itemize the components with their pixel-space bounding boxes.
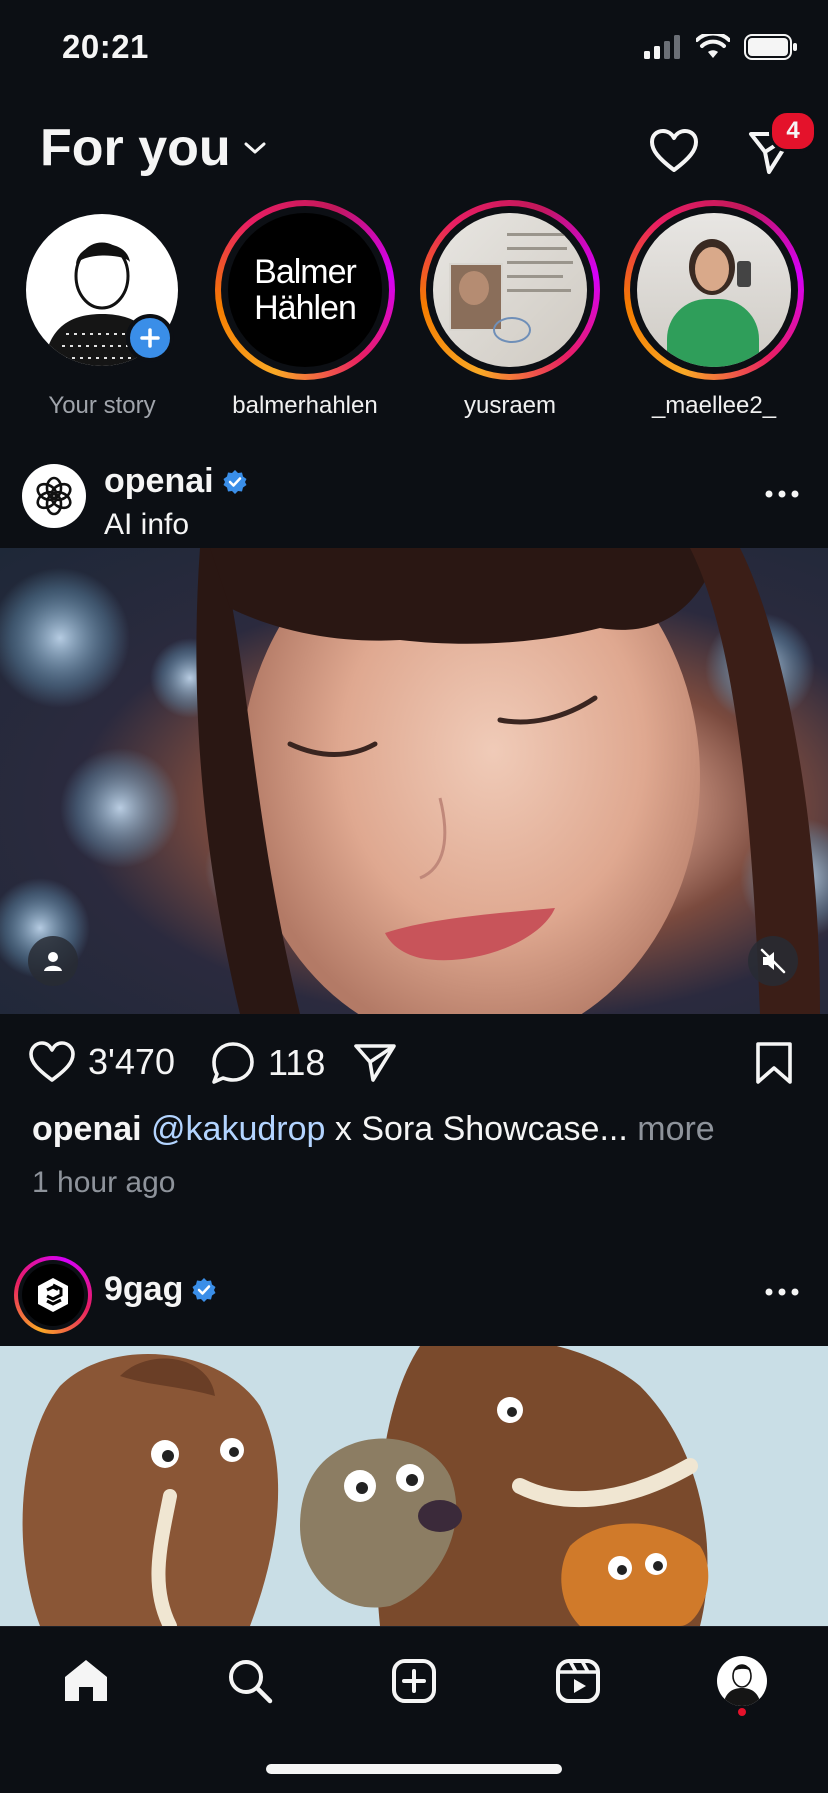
share-button[interactable] [352, 1040, 398, 1086]
username-text: openai [104, 462, 214, 500]
home-indicator [266, 1764, 562, 1774]
save-button[interactable] [754, 1040, 794, 1086]
tagged-people-button[interactable] [28, 936, 78, 986]
story-label: _maellee2_ [651, 392, 777, 419]
post-timestamp: 1 hour ago [32, 1166, 176, 1199]
avatar[interactable] [14, 1256, 92, 1334]
post-caption[interactable]: openai @kakudrop x Sora Showcase... more [32, 1110, 715, 1149]
story-label: Your story [48, 392, 156, 419]
create-icon [392, 1659, 436, 1703]
image-frame [0, 1346, 828, 1626]
stories-tray: Your story Balmer Hählen balmerhahlen yu… [0, 200, 828, 430]
9gag-logo-icon [38, 1278, 68, 1312]
share-paper-plane-icon [354, 1044, 396, 1082]
status-bar: 20:21 [0, 0, 828, 100]
feed-selector[interactable]: For you [40, 118, 267, 178]
verified-badge-icon [223, 469, 247, 494]
post-actions: 3'470 118 [0, 1030, 828, 1100]
openai-logo-icon [36, 476, 72, 516]
post-username[interactable]: openai [104, 462, 248, 501]
feed-header: For you [0, 110, 828, 190]
story-ring [420, 200, 600, 380]
verified-badge-icon [192, 1277, 216, 1302]
story-ring [624, 200, 804, 380]
more-options-icon[interactable] [764, 1286, 800, 1298]
profile-avatar [717, 1656, 767, 1706]
plus-icon [140, 328, 160, 348]
brand-logo-text: Balmer [254, 253, 357, 291]
post-media-video[interactable] [0, 548, 828, 1014]
avatar [637, 213, 791, 367]
reels-icon [556, 1659, 600, 1703]
post-media-image[interactable] [0, 1346, 828, 1626]
story-ring [12, 200, 192, 380]
more-options-icon[interactable] [764, 488, 800, 500]
nav-create[interactable] [384, 1651, 444, 1711]
avatar [433, 213, 587, 367]
profile-notification-dot [738, 1708, 746, 1716]
home-icon [65, 1660, 107, 1701]
caption-text: x Sora Showcase... [325, 1110, 628, 1148]
status-icons [644, 34, 798, 60]
nav-reels[interactable] [548, 1651, 608, 1711]
story-your-story[interactable]: Your story [12, 200, 192, 420]
video-frame [0, 548, 828, 1014]
notifications-heart-icon[interactable] [648, 126, 700, 178]
avatar[interactable] [22, 464, 86, 528]
story-maellee2[interactable]: _maellee2_ [624, 200, 804, 420]
caption-more-link[interactable]: more [628, 1110, 714, 1148]
battery-icon [744, 34, 797, 60]
brand-logo-text: Hählen [254, 289, 357, 327]
story-balmerhahlen[interactable]: Balmer Hählen balmerhahlen [215, 200, 395, 420]
nav-profile[interactable] [712, 1651, 772, 1711]
speaker-muted-icon [760, 948, 786, 974]
person-icon [44, 952, 62, 971]
comment-button[interactable]: 118 [210, 1040, 325, 1086]
caption-username[interactable]: openai [32, 1110, 142, 1148]
username-text: 9gag [104, 1270, 184, 1308]
post-header: openai AI info [0, 462, 828, 557]
like-button[interactable]: 3'470 [28, 1040, 175, 1084]
profile-silhouette-icon [723, 1664, 761, 1706]
heart-icon [29, 1041, 75, 1082]
comment-icon [212, 1042, 254, 1084]
page-title: For you [40, 119, 231, 177]
bookmark-icon [756, 1042, 792, 1084]
story-label: yusraem [463, 392, 557, 419]
story-ring: Balmer Hählen [215, 200, 395, 380]
add-story-button[interactable] [126, 314, 174, 362]
comment-count[interactable]: 118 [268, 1042, 325, 1084]
cellular-signal-icon [644, 35, 680, 59]
story-label: balmerhahlen [232, 392, 378, 419]
chevron-down-icon [244, 142, 266, 154]
post-subtitle[interactable]: AI info [104, 508, 189, 542]
nav-search[interactable] [220, 1651, 280, 1711]
mute-button[interactable] [748, 936, 798, 986]
wifi-icon [696, 34, 730, 58]
messages-badge: 4 [769, 110, 817, 152]
caption-mention[interactable]: @kakudrop [151, 1110, 325, 1148]
like-count[interactable]: 3'470 [88, 1041, 175, 1083]
post-header: 9gag [0, 1256, 828, 1351]
story-yusraem[interactable]: yusraem [420, 200, 600, 420]
post-username[interactable]: 9gag [104, 1270, 217, 1309]
avatar: Balmer Hählen [228, 213, 382, 367]
nav-home[interactable] [56, 1651, 116, 1711]
search-icon [229, 1660, 273, 1704]
status-time: 20:21 [62, 28, 149, 65]
